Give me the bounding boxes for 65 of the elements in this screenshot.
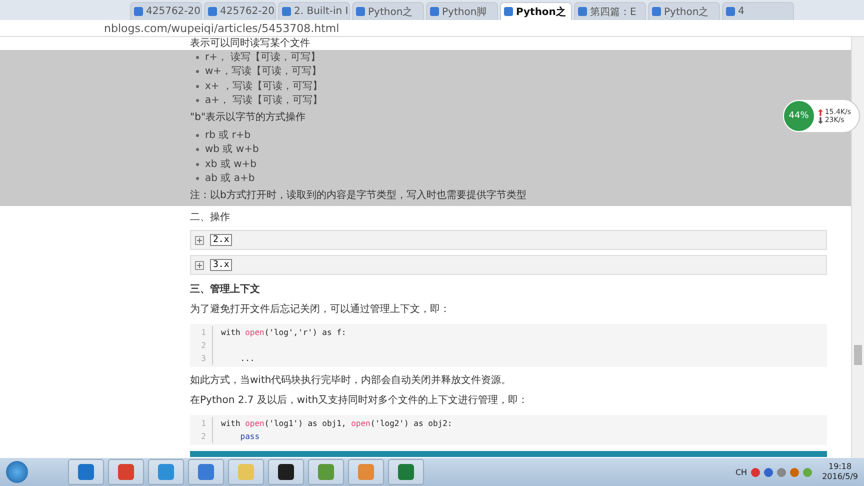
bullet-icon xyxy=(196,70,199,74)
page-icon xyxy=(726,7,735,16)
code-line: pass xyxy=(239,432,260,441)
bullet-icon xyxy=(196,134,199,137)
bullet-icon xyxy=(196,148,199,152)
bullet-icon xyxy=(196,56,199,59)
bullet-icon xyxy=(196,177,199,180)
text-line: 表示可以同时读写某个文件 xyxy=(190,37,310,50)
browser-tab[interactable]: 425762-20 xyxy=(204,2,276,20)
code-label: 3.x xyxy=(210,259,232,271)
upload-arrow-icon xyxy=(818,108,823,116)
bullet-icon xyxy=(196,84,199,88)
taskbar-app-icon[interactable] xyxy=(268,459,304,485)
collapsed-code-block[interactable]: 2.x xyxy=(190,230,827,250)
browser-tab[interactable]: 425762-20 xyxy=(130,2,202,20)
browser-tab[interactable]: Python之 xyxy=(352,2,424,20)
download-arrow-icon xyxy=(818,116,823,124)
scrollbar[interactable] xyxy=(851,37,864,458)
page-icon xyxy=(578,7,587,16)
code-line: ... xyxy=(239,354,255,363)
paragraph: 如此方式，当with代码块执行完毕时，内部会自动关闭并释放文件资源。 xyxy=(190,374,512,388)
section-heading: 二、操作 xyxy=(190,211,230,225)
list-item: xb 或 w+b xyxy=(205,158,257,171)
line-number: 2 xyxy=(190,339,213,352)
language-indicator[interactable]: CH xyxy=(735,468,748,476)
paragraph: 在Python 2.7 及以后，with又支持同时对多个文件的上下文进行管理，即： xyxy=(190,394,528,408)
bullet-icon xyxy=(196,162,199,166)
list-item: w+，写读【可读，可写】 xyxy=(205,65,322,78)
page-icon xyxy=(134,7,143,16)
page-icon xyxy=(652,7,661,16)
paragraph: 为了避免打开文件后忘记关闭，可以通过管理上下文，即： xyxy=(190,302,450,317)
page-icon xyxy=(504,7,513,16)
paragraph: 注：以b方式打开时，读取到的内容是字节类型，写入时也需要提供字节类型 xyxy=(190,188,526,203)
page-icon xyxy=(208,7,217,16)
list-item: ab 或 a+b xyxy=(205,172,255,186)
page-icon xyxy=(430,7,439,16)
list-item: r+， 读写【可读，可写】 xyxy=(205,50,321,64)
page-icon xyxy=(282,7,291,16)
browser-tab[interactable]: Python之 xyxy=(500,2,572,20)
code-line: with open('log1') as obj1, open('log2') as obj2: xyxy=(221,419,452,428)
section-heading: 三、管理上下文 xyxy=(190,282,260,297)
browser-tab[interactable]: Python脚 xyxy=(426,2,498,20)
browser-tab[interactable]: 4 xyxy=(722,2,794,20)
expand-icon[interactable] xyxy=(195,260,204,270)
usage-gauge: 44% xyxy=(784,101,814,131)
bullet-icon xyxy=(196,99,199,102)
list-item: x+ ，写读【可读，可写】 xyxy=(205,80,322,93)
start-button[interactable] xyxy=(6,461,28,483)
list-item: wb 或 w+b xyxy=(205,143,259,156)
browser-tab[interactable]: Python之 xyxy=(648,2,720,20)
expand-icon[interactable] xyxy=(195,236,204,244)
code-label: 2.x xyxy=(210,234,232,246)
list-item: a+， 写读【可读，可写】 xyxy=(205,94,323,108)
line-number: 1 xyxy=(190,326,213,339)
line-number: 3 xyxy=(190,352,213,365)
collapsed-code-block[interactable]: 3.x xyxy=(190,255,827,275)
page-icon xyxy=(356,7,365,16)
line-number: 2 xyxy=(190,430,213,443)
browser-tab[interactable]: 第四篇：E xyxy=(574,2,646,20)
list-item: rb 或 r+b xyxy=(205,128,251,142)
clock[interactable]: 19:18 2016/5/9 xyxy=(822,462,858,482)
paragraph: "b"表示以字节的方式操作 xyxy=(190,110,306,125)
browser-tab[interactable]: 2. Built-in I xyxy=(278,2,350,20)
line-number: 1 xyxy=(190,417,213,430)
code-line: with open('log','r') as f: xyxy=(221,328,346,337)
